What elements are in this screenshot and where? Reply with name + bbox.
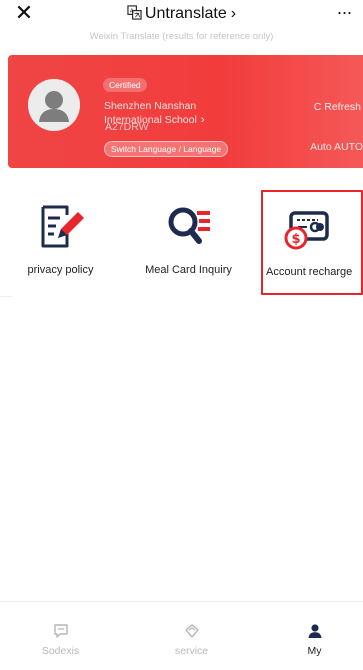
document-pencil-icon [41, 205, 84, 248]
chevron-right-icon: › [200, 114, 205, 126]
tab-sodexis[interactable]: Sodexis [0, 602, 121, 670]
message-icon [53, 624, 68, 638]
certified-badge: Certified [103, 78, 147, 92]
chevron-right-icon: › [230, 5, 237, 22]
nav-label: service [174, 645, 209, 657]
divider [0, 296, 12, 297]
grid-item-label: privacy policy [27, 264, 94, 276]
more-button[interactable]: ··· [331, 2, 357, 24]
avatar[interactable] [28, 79, 80, 131]
bottom-navigation: Sodexis service My [0, 601, 363, 670]
card-code: A27DRW [105, 121, 149, 133]
meal-card-inquiry-item[interactable]: Meal Card Inquiry [131, 190, 246, 295]
card-dollar-icon: $ [284, 211, 329, 250]
top-bar: ✕ A Untranslate › ··· [0, 0, 363, 32]
privacy-policy-item[interactable]: privacy policy [3, 190, 118, 295]
function-grid: privacy policy Meal Card Inquiry $ Accou… [0, 190, 363, 295]
refresh-button[interactable]: C Refresh [314, 101, 361, 113]
page-title[interactable]: A Untranslate › [0, 5, 363, 23]
translate-icon: A [127, 5, 142, 20]
translation-notice: Weixin Translate (results for reference … [89, 31, 274, 42]
magnifier-list-icon [168, 207, 210, 244]
nav-label: Sodexis [41, 645, 80, 657]
auto-indicator-visible: Auto AUTO [310, 141, 363, 153]
tab-service[interactable]: service [131, 602, 252, 670]
account-recharge-item[interactable]: $ Account recharge [261, 190, 363, 295]
tab-my[interactable]: My [254, 602, 363, 670]
nav-label: My [307, 645, 322, 657]
switch-language-button[interactable]: Switch Language / Language [104, 141, 229, 157]
grid-item-label: Meal Card Inquiry [145, 264, 232, 276]
person-placeholder-icon [28, 79, 80, 131]
diamond-icon [184, 624, 199, 638]
svg-text:$: $ [291, 232, 300, 247]
person-icon [308, 624, 321, 638]
school-name-line1: Shenzhen Nanshan [104, 100, 197, 112]
grid-item-label: Account recharge [266, 266, 353, 278]
svg-text:A: A [130, 9, 134, 15]
title-text: Untranslate [144, 5, 227, 22]
